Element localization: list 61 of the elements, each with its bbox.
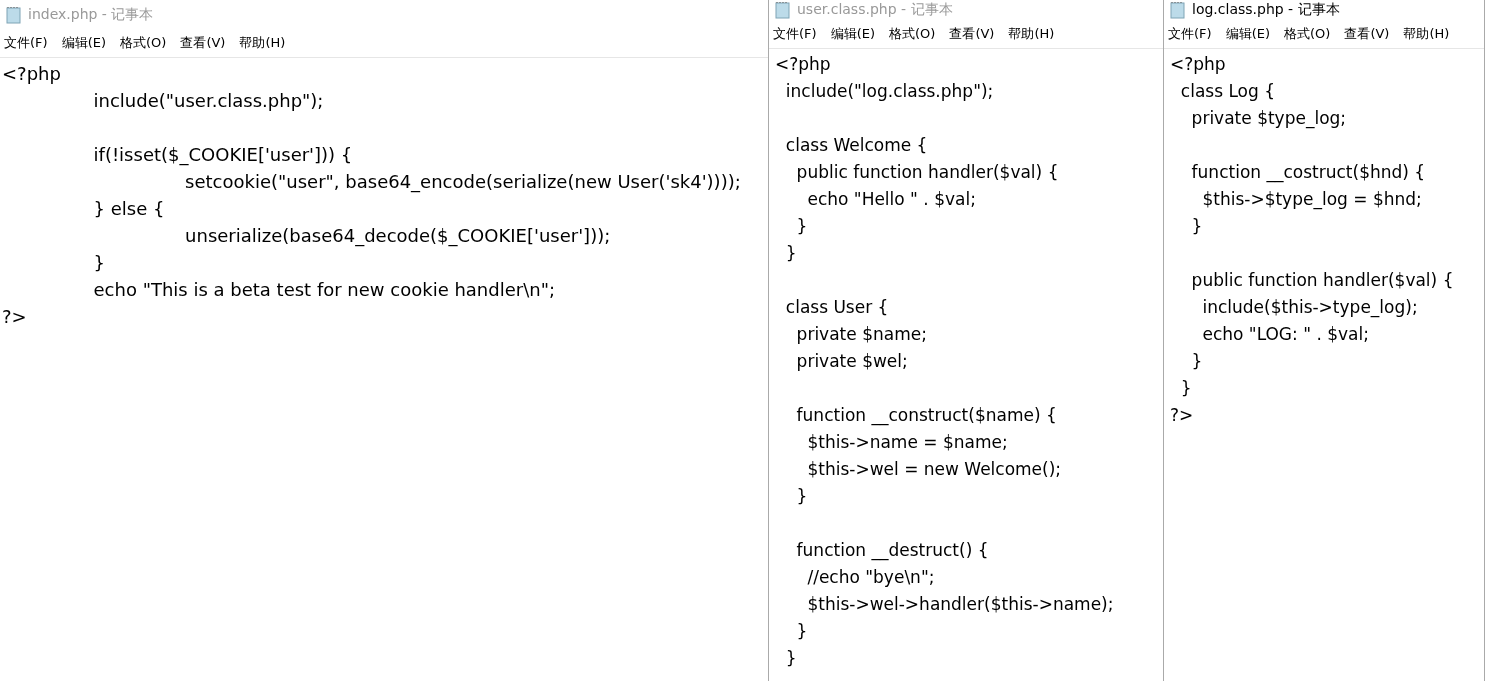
code-line: } [795,486,808,506]
code-line: class Log { [1179,81,1275,101]
code-line: } [1190,216,1203,236]
notepad-icon [6,5,22,24]
window-title: index.php - 记事本 [28,5,154,24]
code-line: ?> [2,306,27,327]
code-line: } else { [92,198,165,219]
menu-item[interactable]: 编辑(E) [830,25,875,43]
notepad-icon [775,1,791,19]
code-line: } [92,252,105,273]
menu-item[interactable]: 查看(V) [949,25,995,43]
code-line: $this->wel->handler($this->name); [806,594,1114,614]
window-title: log.class.php - 记事本 [1192,1,1340,19]
menu-item[interactable]: 帮助(H) [1403,25,1450,43]
menu-item[interactable]: 文件(F) [1168,25,1212,43]
code-line: } [795,216,808,236]
code-line: <?php [1170,54,1226,74]
code-line: include("user.class.php"); [92,90,324,111]
code-line: function __destruct() { [795,540,989,560]
notepad-icon [1170,1,1186,19]
menu-item[interactable]: 查看(V) [180,34,226,52]
code-line: } [784,243,797,263]
code-line: echo "Hello " . $val; [806,189,976,209]
menu-item[interactable]: 格式(O) [120,34,167,52]
code-line: unserialize(base64_decode($_COOKIE['user'])); [184,225,611,246]
code-line: //echo "bye\n"; [806,567,935,587]
code-line: private $type_log; [1190,108,1347,128]
code-line: <?php [775,54,831,74]
code-line: public function handler($val) { [1190,270,1454,290]
code-line: } [1179,378,1192,398]
menu-item[interactable]: 编辑(E) [1225,25,1270,43]
code-line: $this->wel = new Welcome(); [806,459,1062,479]
menu-item[interactable]: 查看(V) [1344,25,1390,43]
code-line: function __construct($name) { [795,405,1057,425]
code-line: } [795,621,808,641]
menu-item[interactable]: 格式(O) [1284,25,1331,43]
menu-item[interactable]: 帮助(H) [239,34,286,52]
code-line: $this->name = $name; [806,432,1008,452]
code-line: } [1190,351,1203,371]
menu-item[interactable]: 文件(F) [773,25,817,43]
code-line: <?php [2,63,61,84]
code-line: function __costruct($hnd) { [1190,162,1426,182]
code-line: if(!isset($_COOKIE['user'])) { [92,144,353,165]
code-line: } [784,648,797,668]
code-line: private $name; [795,324,927,344]
code-line: class Welcome { [784,135,928,155]
code-line: $this->$type_log = $hnd; [1201,189,1422,209]
code-line: echo "LOG: " . $val; [1201,324,1369,344]
menu-item[interactable]: 帮助(H) [1008,25,1055,43]
code-line: echo "This is a beta test for new cookie handler\n"; [92,279,555,300]
code-line: private $wel; [795,351,908,371]
menu-item[interactable]: 编辑(E) [61,34,106,52]
menu-item[interactable]: 格式(O) [889,25,936,43]
code-line: setcookie("user", base64_encode(serialize(new User('sk4')))); [184,171,741,192]
code-line: include("log.class.php"); [784,81,994,101]
code-line: public function handler($val) { [795,162,1059,182]
code-line: class User { [784,297,889,317]
menu-item[interactable]: 文件(F) [4,34,48,52]
code-line: include($this->type_log); [1201,297,1418,317]
window-title: user.class.php - 记事本 [797,1,953,19]
code-line: ?> [1170,405,1194,425]
